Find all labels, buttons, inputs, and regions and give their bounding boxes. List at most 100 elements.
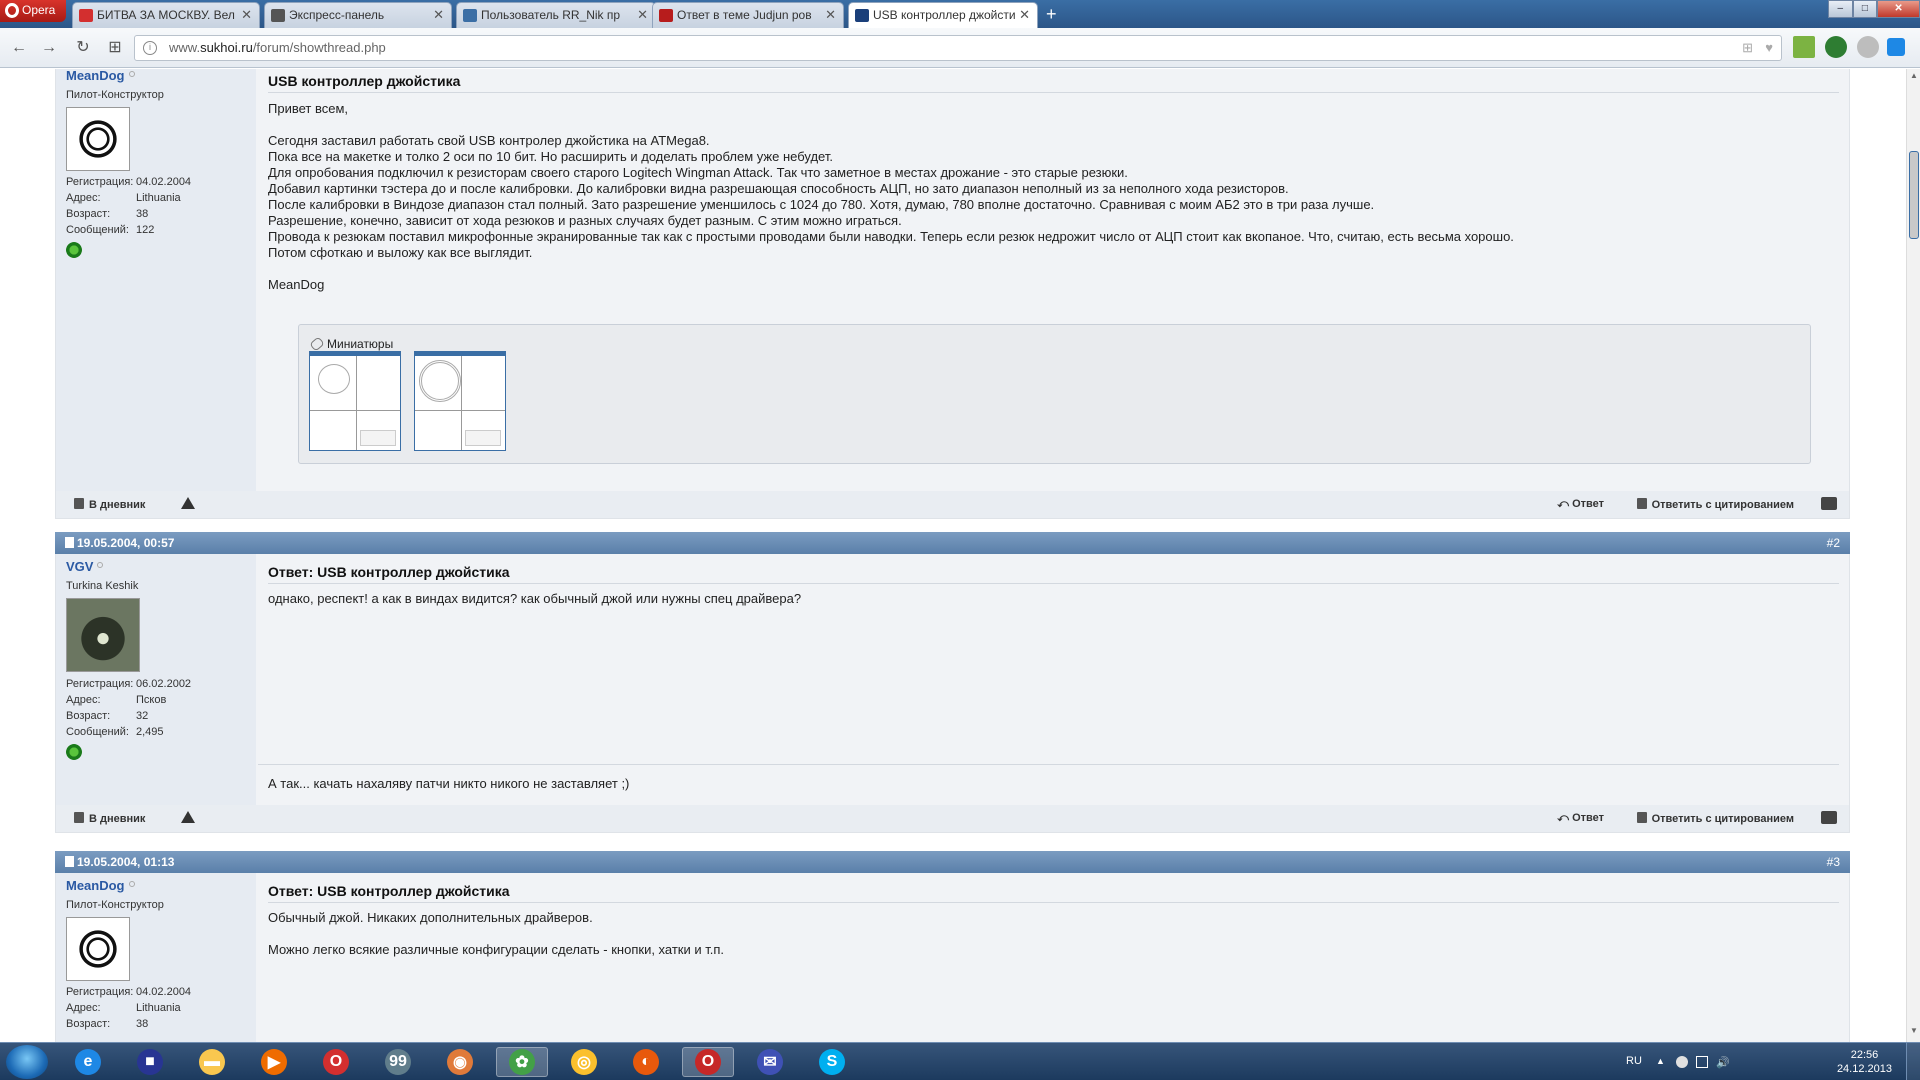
forward-icon[interactable]: → <box>38 37 60 59</box>
start-button[interactable] <box>6 1045 48 1079</box>
post-content: Ответ: USB контроллер джойстика однако, … <box>268 564 1839 607</box>
reply-button[interactable]: ⤺ Ответ <box>1557 812 1604 825</box>
post-number-link[interactable]: #3 <box>1827 851 1840 873</box>
volume-icon[interactable]: 🔊 <box>1716 1056 1730 1069</box>
page-scrollbar[interactable]: ▲ ▼ <box>1906 69 1920 1042</box>
sync-extension-icon[interactable] <box>1825 36 1847 58</box>
language-indicator[interactable]: RU <box>1626 1055 1642 1067</box>
thumbnail-before-calibration[interactable] <box>309 351 401 451</box>
media-player-icon: ▶ <box>261 1049 287 1075</box>
address-bar[interactable]: i www.sukhoi.ru/forum/showthread.php ⊞ ♥ <box>134 35 1782 61</box>
tab-title: Пользователь RR_Nik пр <box>481 8 621 22</box>
taskbar-app[interactable]: ■ <box>124 1047 176 1077</box>
post-footer: В дневник ⤺ Ответ Ответить с цитирование… <box>55 805 1850 833</box>
maximize-button[interactable]: □ <box>1852 0 1878 18</box>
minimize-button[interactable]: – <box>1828 0 1853 18</box>
taskbar-app[interactable]: ✿ <box>496 1047 548 1077</box>
add-to-blog-button[interactable]: В дневник <box>74 498 145 511</box>
ie-icon: e <box>75 1049 101 1075</box>
stat-label: Сообщений: <box>66 726 129 738</box>
offline-status-icon <box>128 881 135 887</box>
extension-icon[interactable] <box>1857 36 1879 58</box>
show-desktop-button[interactable] <box>1906 1043 1920 1080</box>
reputation-clover-icon <box>66 744 82 760</box>
taskbar-app[interactable]: O <box>682 1047 734 1077</box>
close-window-button[interactable]: ✕ <box>1877 0 1920 18</box>
stat-label: Адрес: <box>66 694 101 706</box>
taskbar-app[interactable]: O <box>310 1047 362 1077</box>
scrollbar-thumb[interactable] <box>1909 151 1919 239</box>
taskbar-app[interactable]: S <box>806 1047 858 1077</box>
scroll-down-icon[interactable]: ▼ <box>1907 1026 1920 1040</box>
back-icon[interactable]: ← <box>8 37 30 59</box>
post-content: USB контроллер джойстика Привет всем, Се… <box>268 73 1839 293</box>
icq-icon: ✿ <box>509 1049 535 1075</box>
taskbar-app[interactable]: ✉ <box>744 1047 796 1077</box>
username-link[interactable]: MeanDog <box>66 69 135 83</box>
opera-active-icon: O <box>695 1049 721 1075</box>
tab-title: Экспресс-панель <box>289 8 385 22</box>
paperclip-icon <box>309 336 325 352</box>
post-number-link[interactable]: #2 <box>1827 532 1840 554</box>
taskbar-app[interactable]: ◉ <box>434 1047 486 1077</box>
username-link[interactable]: VGV <box>66 559 104 574</box>
site-info-icon[interactable]: i <box>143 41 157 55</box>
tray-app-icon[interactable] <box>1676 1056 1688 1068</box>
multi-quote-icon[interactable] <box>1821 811 1837 824</box>
avatar[interactable] <box>66 107 130 171</box>
reply-button[interactable]: ⤺ Ответ <box>1557 498 1604 511</box>
reply-with-quote-button[interactable]: Ответить с цитированием <box>1636 812 1794 825</box>
scroll-up-icon[interactable]: ▲ <box>1907 71 1920 85</box>
username-link[interactable]: MeanDog <box>66 878 135 893</box>
bookmark-heart-icon[interactable]: ♥ <box>1765 36 1773 60</box>
stat-value: 04.02.2004 <box>136 986 192 998</box>
add-to-blog-button[interactable]: В дневник <box>74 812 145 825</box>
opera-menu-button[interactable]: Opera <box>0 0 66 22</box>
reload-icon[interactable]: ↻ <box>72 37 94 59</box>
tab-express-panel[interactable]: Экспресс-панель ✕ <box>264 2 452 28</box>
report-warning-icon[interactable] <box>181 497 195 509</box>
download-icon[interactable] <box>1793 36 1815 58</box>
tab-close-icon[interactable]: ✕ <box>637 3 648 27</box>
tab-usb-controller[interactable]: USB контроллер джойсти ✕ <box>848 2 1038 29</box>
taskbar-app[interactable]: ▶ <box>248 1047 300 1077</box>
translate-icon[interactable] <box>1887 38 1905 56</box>
thumbnail-after-calibration[interactable] <box>414 351 506 451</box>
taskbar-app[interactable]: 99 <box>372 1047 424 1077</box>
taskbar-app[interactable]: ◎ <box>558 1047 610 1077</box>
stat-value: 06.02.2002 <box>136 678 192 690</box>
system-tray: RU ▲ 🔊 22:56 24.12.2013 <box>1620 1043 1920 1080</box>
post-body: VGV Turkina Keshik Регистрация: 06.02.200… <box>55 554 1850 805</box>
avatar[interactable] <box>66 598 140 672</box>
report-warning-icon[interactable] <box>181 811 195 823</box>
post-text: однако, респект! а как в виндах видится?… <box>268 591 802 606</box>
tab-bitva[interactable]: БИТВА ЗА МОСКВУ. Вел ✕ <box>72 2 260 28</box>
tab-close-icon[interactable]: ✕ <box>241 3 252 27</box>
opera-logo-icon <box>5 3 19 18</box>
multi-quote-icon[interactable] <box>1821 497 1837 510</box>
new-tab-button[interactable]: + <box>1046 4 1057 24</box>
stat-label: Возраст: <box>66 710 111 722</box>
stat-value: 38 <box>136 208 149 220</box>
reply-with-quote-button[interactable]: Ответить с цитированием <box>1636 498 1794 511</box>
page-grid-icon[interactable]: ⊞ <box>1742 36 1753 60</box>
taskbar-app[interactable]: ◐ <box>620 1047 672 1077</box>
post-3: 19.05.2004, 01:13 #3 MeanDog Пилот-Конст… <box>55 851 1850 1042</box>
speed-dial-icon[interactable]: ⊞ <box>104 37 126 59</box>
taskbar-app[interactable]: e <box>62 1047 114 1077</box>
avatar[interactable] <box>66 917 130 981</box>
post-icon <box>65 537 74 548</box>
offline-status-icon <box>128 71 135 77</box>
taskbar-app[interactable]: ▬ <box>186 1047 238 1077</box>
tab-close-icon[interactable]: ✕ <box>825 3 836 27</box>
tab-reply[interactable]: Ответ в теме Judjun ров ✕ <box>652 2 844 28</box>
tab-close-icon[interactable]: ✕ <box>1019 3 1030 27</box>
thumbnails-label: Миниатюры <box>309 336 393 352</box>
tray-arrow-icon[interactable]: ▲ <box>1656 1056 1668 1068</box>
network-icon[interactable] <box>1696 1056 1708 1068</box>
system-clock[interactable]: 22:56 24.12.2013 <box>1837 1048 1892 1076</box>
stat-label: Возраст: <box>66 208 111 220</box>
tab-close-icon[interactable]: ✕ <box>433 3 444 27</box>
tab-user-profile[interactable]: Пользователь RR_Nik пр ✕ <box>456 2 656 28</box>
forum-favicon-icon <box>463 9 477 22</box>
